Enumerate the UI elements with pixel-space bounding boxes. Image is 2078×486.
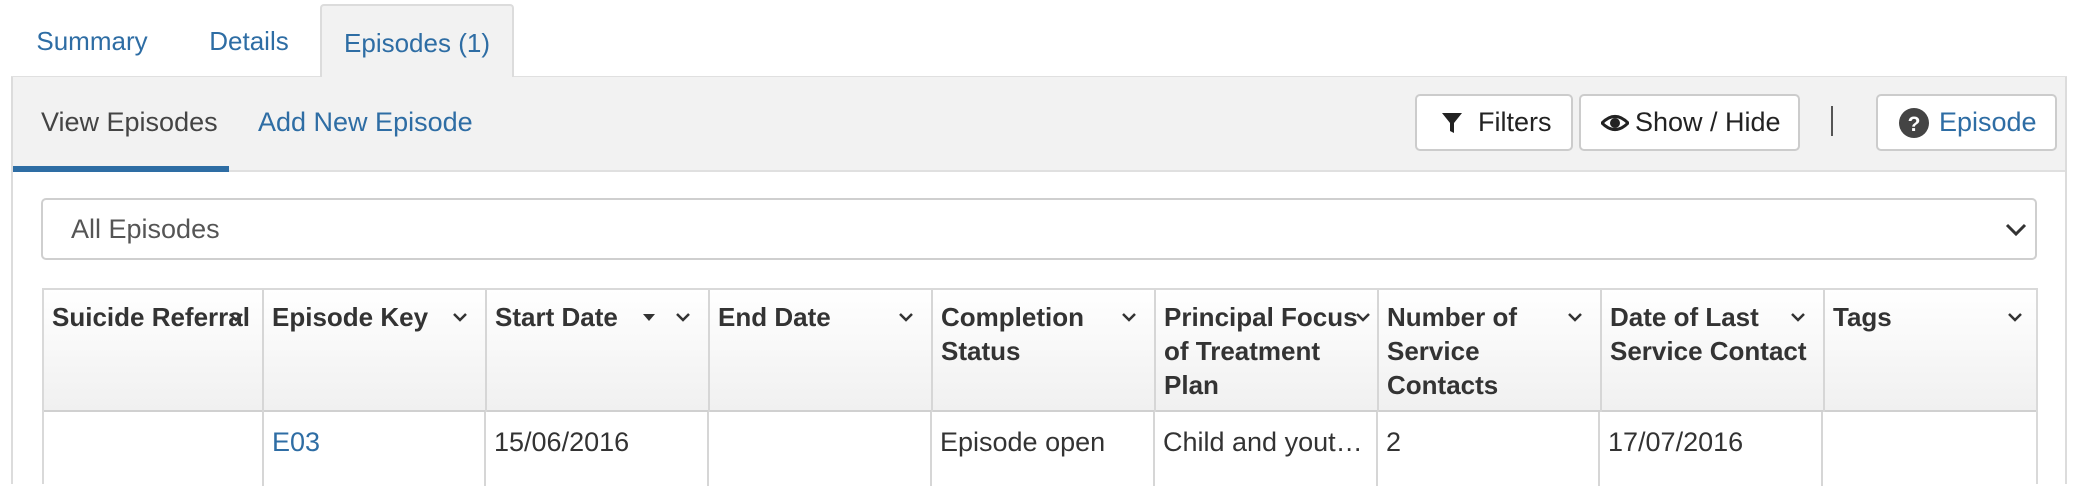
cell-date-of-last-service-contact: 17/07/2016 bbox=[1600, 412, 1823, 486]
column-header-date-of-last-service-contact[interactable]: Date of Last Service Contact bbox=[1602, 290, 1825, 412]
column-header-tags[interactable]: Tags bbox=[1825, 290, 2036, 412]
show-hide-button[interactable]: Show / Hide bbox=[1579, 94, 1800, 151]
eye-icon bbox=[1599, 96, 1631, 167]
column-menu-icon[interactable] bbox=[228, 307, 244, 332]
cell-number-of-service-contacts: 2 bbox=[1378, 412, 1600, 486]
show-hide-label: Show / Hide bbox=[1635, 107, 1781, 137]
table-row[interactable]: E03 15/06/2016 Episode open Child and yo… bbox=[44, 412, 2036, 486]
column-header-episode-key[interactable]: Episode Key bbox=[264, 290, 487, 412]
top-tab-bar: Summary Details Episodes (1) bbox=[11, 0, 2067, 80]
episode-help-label: Episode bbox=[1939, 107, 2037, 137]
column-header-suicide-referral[interactable]: Suicide Referral bbox=[44, 290, 264, 412]
column-menu-icon[interactable] bbox=[675, 307, 691, 332]
episodes-table: Suicide Referral Episode Key Start Date … bbox=[42, 288, 2038, 486]
column-menu-icon[interactable] bbox=[2007, 307, 2023, 332]
tab-summary[interactable]: Summary bbox=[27, 4, 157, 78]
filters-button[interactable]: Filters bbox=[1415, 94, 1573, 151]
cell-completion-status: Episode open bbox=[932, 412, 1155, 486]
column-menu-icon[interactable] bbox=[1355, 307, 1371, 332]
column-menu-icon[interactable] bbox=[898, 307, 914, 332]
question-circle-icon: ? bbox=[1898, 96, 1930, 167]
chevron-down-icon bbox=[2003, 217, 2029, 246]
sort-descending-icon bbox=[641, 307, 657, 332]
column-menu-icon[interactable] bbox=[1790, 307, 1806, 332]
cell-tags bbox=[1823, 412, 2036, 486]
filters-label: Filters bbox=[1478, 107, 1552, 137]
episodes-panel: View Episodes Add New Episode Filters Sh… bbox=[11, 77, 2067, 486]
column-header-completion-status[interactable]: Completion Status bbox=[933, 290, 1156, 412]
episodes-toolbar: View Episodes Add New Episode Filters Sh… bbox=[13, 77, 2065, 172]
subtab-add-new-episode[interactable]: Add New Episode bbox=[258, 77, 488, 172]
subtab-view-episodes[interactable]: View Episodes bbox=[13, 77, 229, 172]
cell-suicide-referral bbox=[44, 412, 264, 486]
column-menu-icon[interactable] bbox=[1121, 307, 1137, 332]
column-menu-icon[interactable] bbox=[452, 307, 468, 332]
table-header: Suicide Referral Episode Key Start Date … bbox=[44, 290, 2036, 412]
tab-details[interactable]: Details bbox=[187, 4, 311, 78]
toolbar-divider bbox=[1831, 106, 1833, 136]
episode-filter-select[interactable]: All Episodes bbox=[41, 198, 2037, 260]
column-header-end-date[interactable]: End Date bbox=[710, 290, 933, 412]
tab-episodes[interactable]: Episodes (1) bbox=[320, 4, 514, 80]
column-header-start-date[interactable]: Start Date bbox=[487, 290, 710, 412]
episode-help-button[interactable]: ? Episode bbox=[1876, 94, 2057, 151]
column-header-principal-focus[interactable]: Principal Focus of Treatment Plan bbox=[1156, 290, 1379, 412]
cell-start-date: 15/06/2016 bbox=[486, 412, 709, 486]
column-menu-icon[interactable] bbox=[1567, 307, 1583, 332]
svg-text:?: ? bbox=[1908, 113, 1921, 136]
episode-filter-value: All Episodes bbox=[71, 214, 220, 244]
cell-end-date bbox=[709, 412, 932, 486]
cell-principal-focus: Child and youth… bbox=[1155, 412, 1378, 486]
cell-episode-key-link[interactable]: E03 bbox=[264, 412, 486, 486]
filter-icon bbox=[1441, 96, 1463, 167]
column-header-number-of-service-contacts[interactable]: Number of Service Contacts bbox=[1379, 290, 1602, 412]
